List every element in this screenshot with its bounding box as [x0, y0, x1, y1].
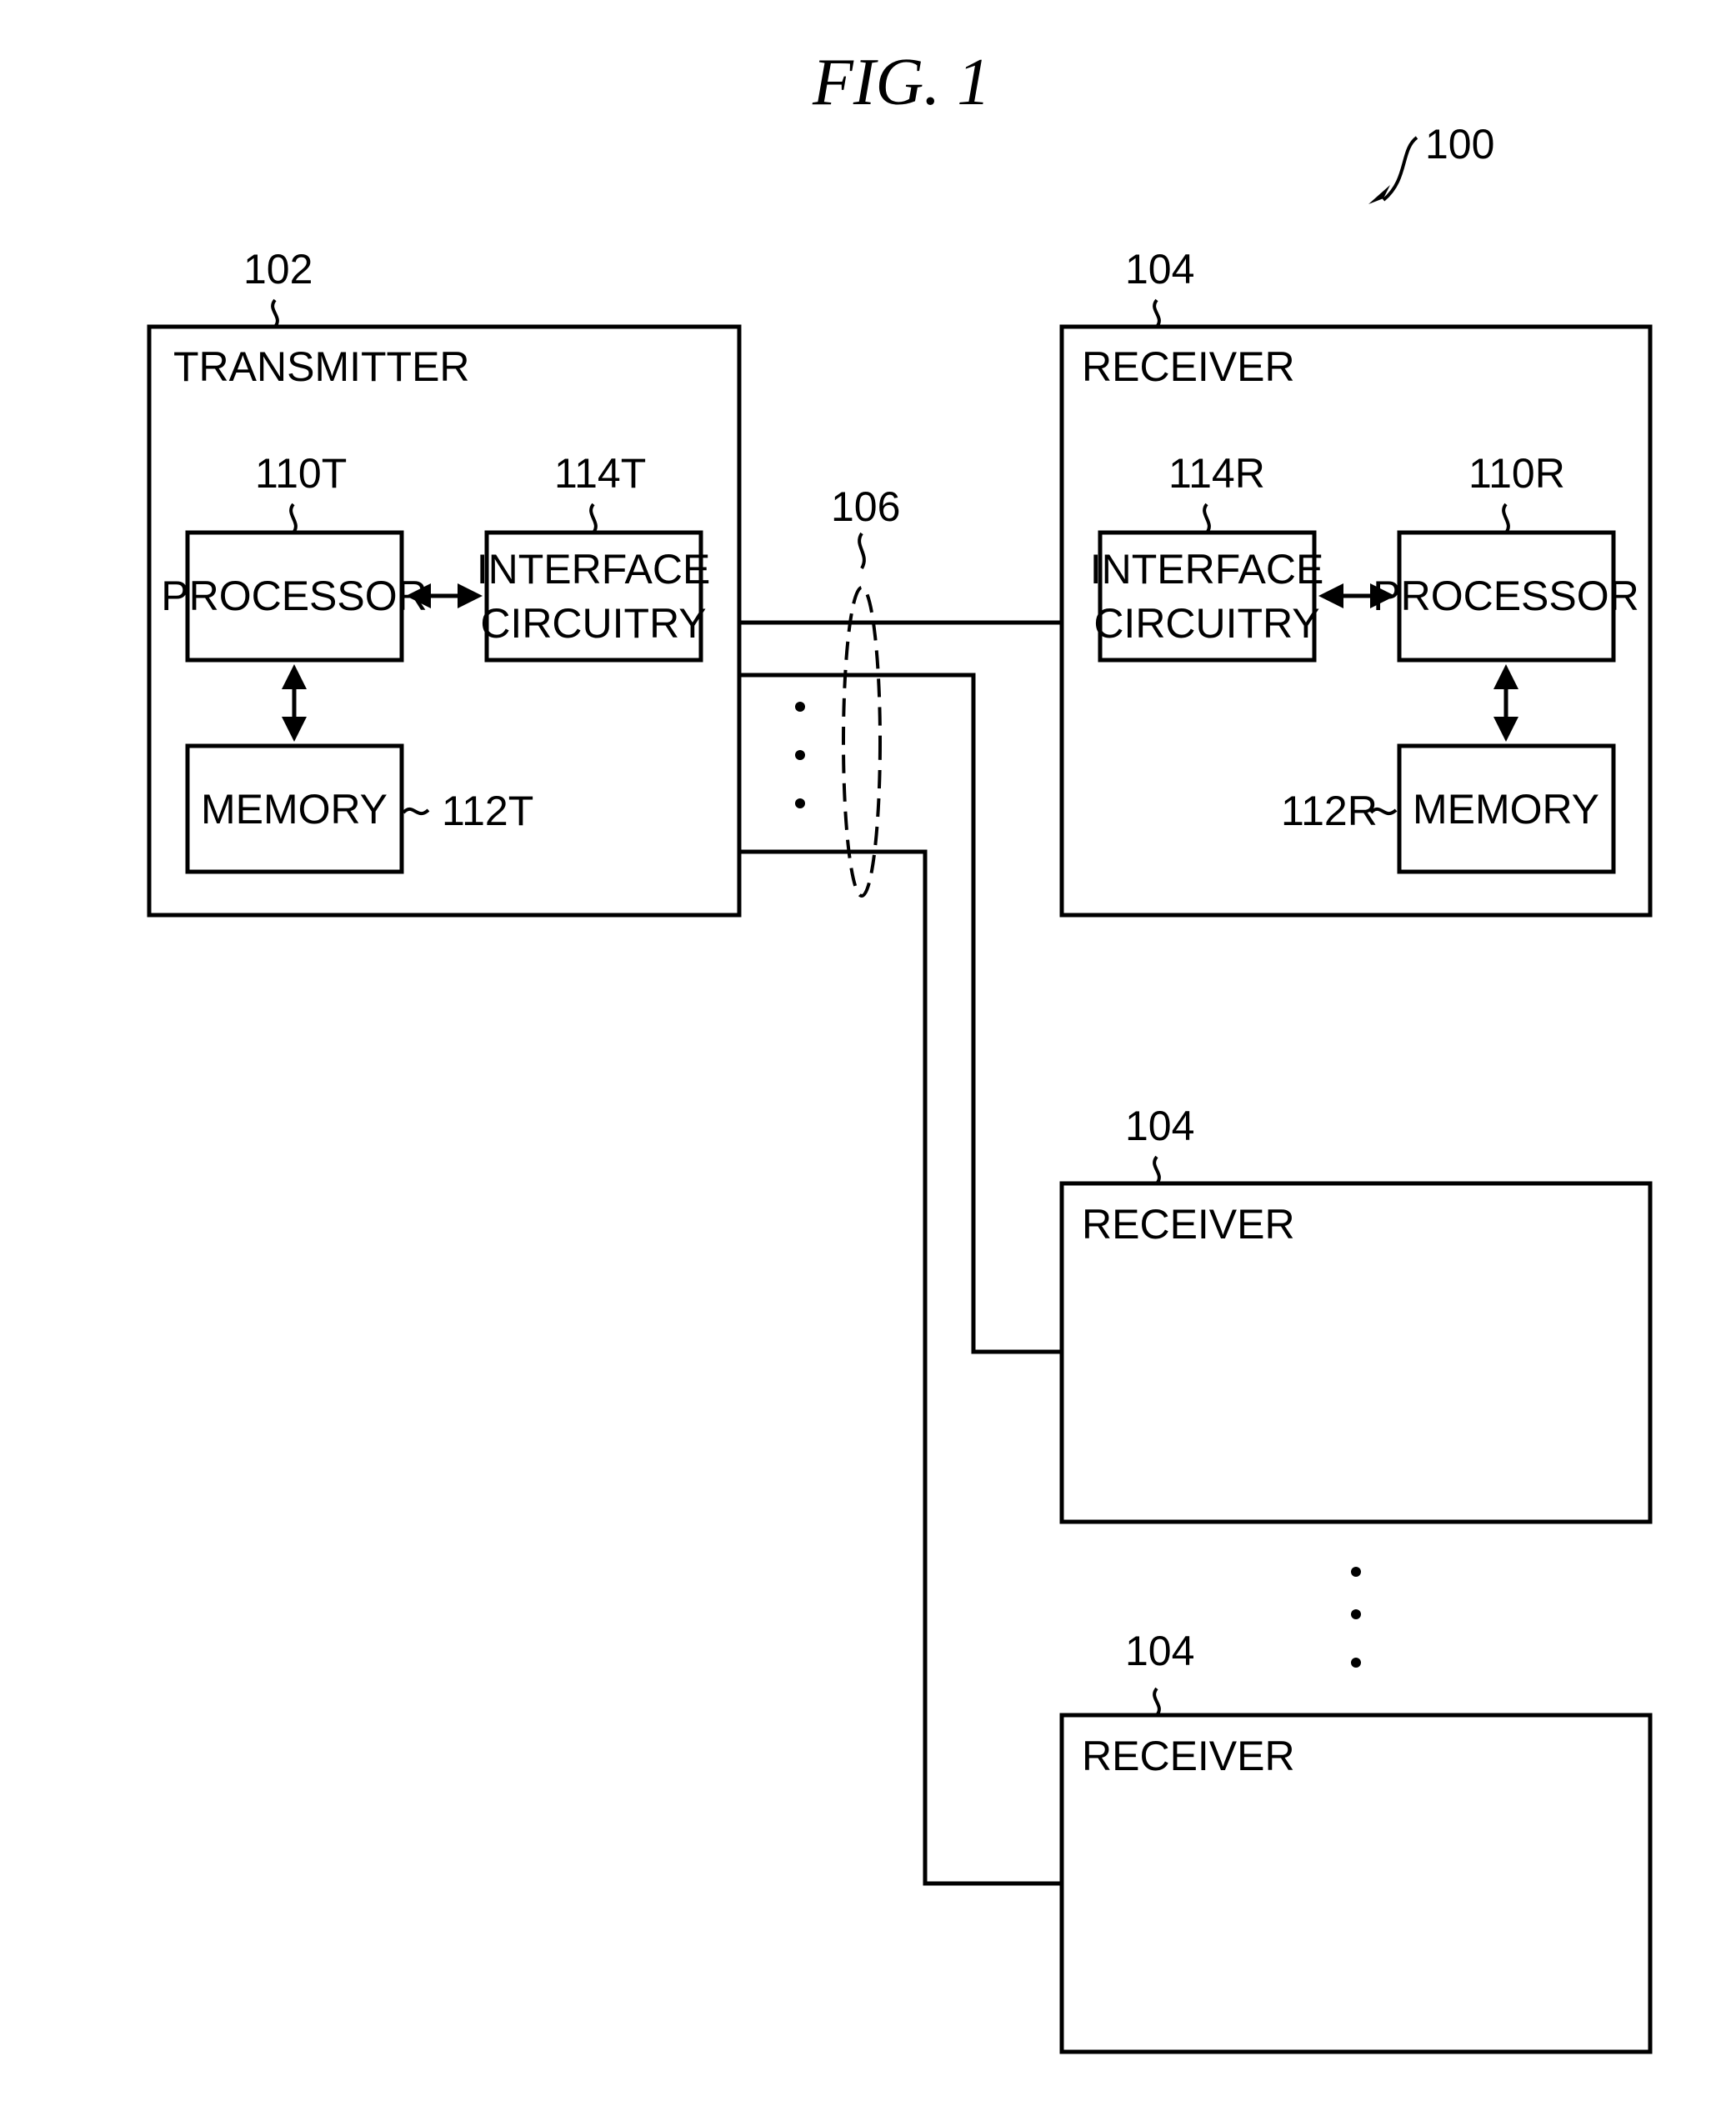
leader-squiggle — [1203, 503, 1211, 534]
system-ref-arrow — [1382, 136, 1418, 202]
interface-r-ref: 114R — [1168, 450, 1265, 497]
processor-r-ref: 110R — [1468, 450, 1565, 497]
memory-r-label: MEMORY — [1413, 786, 1599, 833]
interface-r-label-1: INTERFACE — [1090, 546, 1324, 593]
receiver-block-3: 104 RECEIVER — [1059, 1628, 1653, 2054]
system-ref: 100 — [1425, 121, 1494, 168]
interface-r-label-2: CIRCUITRY — [1093, 600, 1319, 647]
figure-title: FIG. 1 — [812, 46, 990, 119]
leader-squiggle — [1502, 503, 1510, 534]
receiver-1-label: RECEIVER — [1082, 343, 1295, 390]
receiver-1-ref: 104 — [1125, 246, 1194, 293]
channel-ellipsis — [795, 702, 805, 808]
transmitter-ref: 102 — [243, 246, 313, 293]
leader-squiggle — [858, 532, 866, 570]
patent-figure: FIG. 1 100 102 TRANSMITTER 110T PROCESSO… — [147, 46, 1653, 2054]
leader-squiggle — [589, 503, 598, 534]
processor-t-label: PROCESSOR — [161, 573, 428, 619]
receiver-3-label: RECEIVER — [1082, 1733, 1295, 1779]
channel-line-3 — [739, 849, 1062, 1886]
channel-ref: 106 — [831, 483, 900, 530]
interface-t-ref: 114T — [554, 450, 646, 497]
interface-t-label-2: CIRCUITRY — [480, 600, 706, 647]
leader-squiggle — [1153, 1687, 1161, 1717]
receiver-block-2: 104 RECEIVER — [1059, 1103, 1653, 1524]
leader-squiggle — [289, 503, 298, 534]
channel-line-2 — [739, 673, 1062, 1354]
memory-t-ref: 112T — [442, 788, 533, 834]
processor-r-label: PROCESSOR — [1373, 573, 1639, 619]
receiver-block-1: 104 RECEIVER 114R INTERFACE CIRCUITRY 11… — [1059, 246, 1653, 918]
leader-squiggle — [1153, 1155, 1161, 1185]
interface-t-label-1: INTERFACE — [477, 546, 711, 593]
processor-t-ref: 110T — [255, 450, 347, 497]
receiver-ellipsis — [1351, 1567, 1361, 1668]
receiver-3-ref: 104 — [1125, 1628, 1194, 1674]
leader-squiggle — [271, 298, 279, 328]
memory-t-label: MEMORY — [201, 786, 388, 833]
receiver-2-label: RECEIVER — [1082, 1201, 1295, 1248]
transmitter-block: 102 TRANSMITTER 110T PROCESSOR 114T INTE… — [147, 246, 742, 918]
leader-squiggle — [1153, 298, 1161, 328]
leader-squiggle — [402, 807, 430, 816]
transmitter-label: TRANSMITTER — [173, 343, 470, 390]
receiver-2-ref: 104 — [1125, 1103, 1194, 1149]
memory-r-ref: 112R — [1281, 788, 1378, 834]
